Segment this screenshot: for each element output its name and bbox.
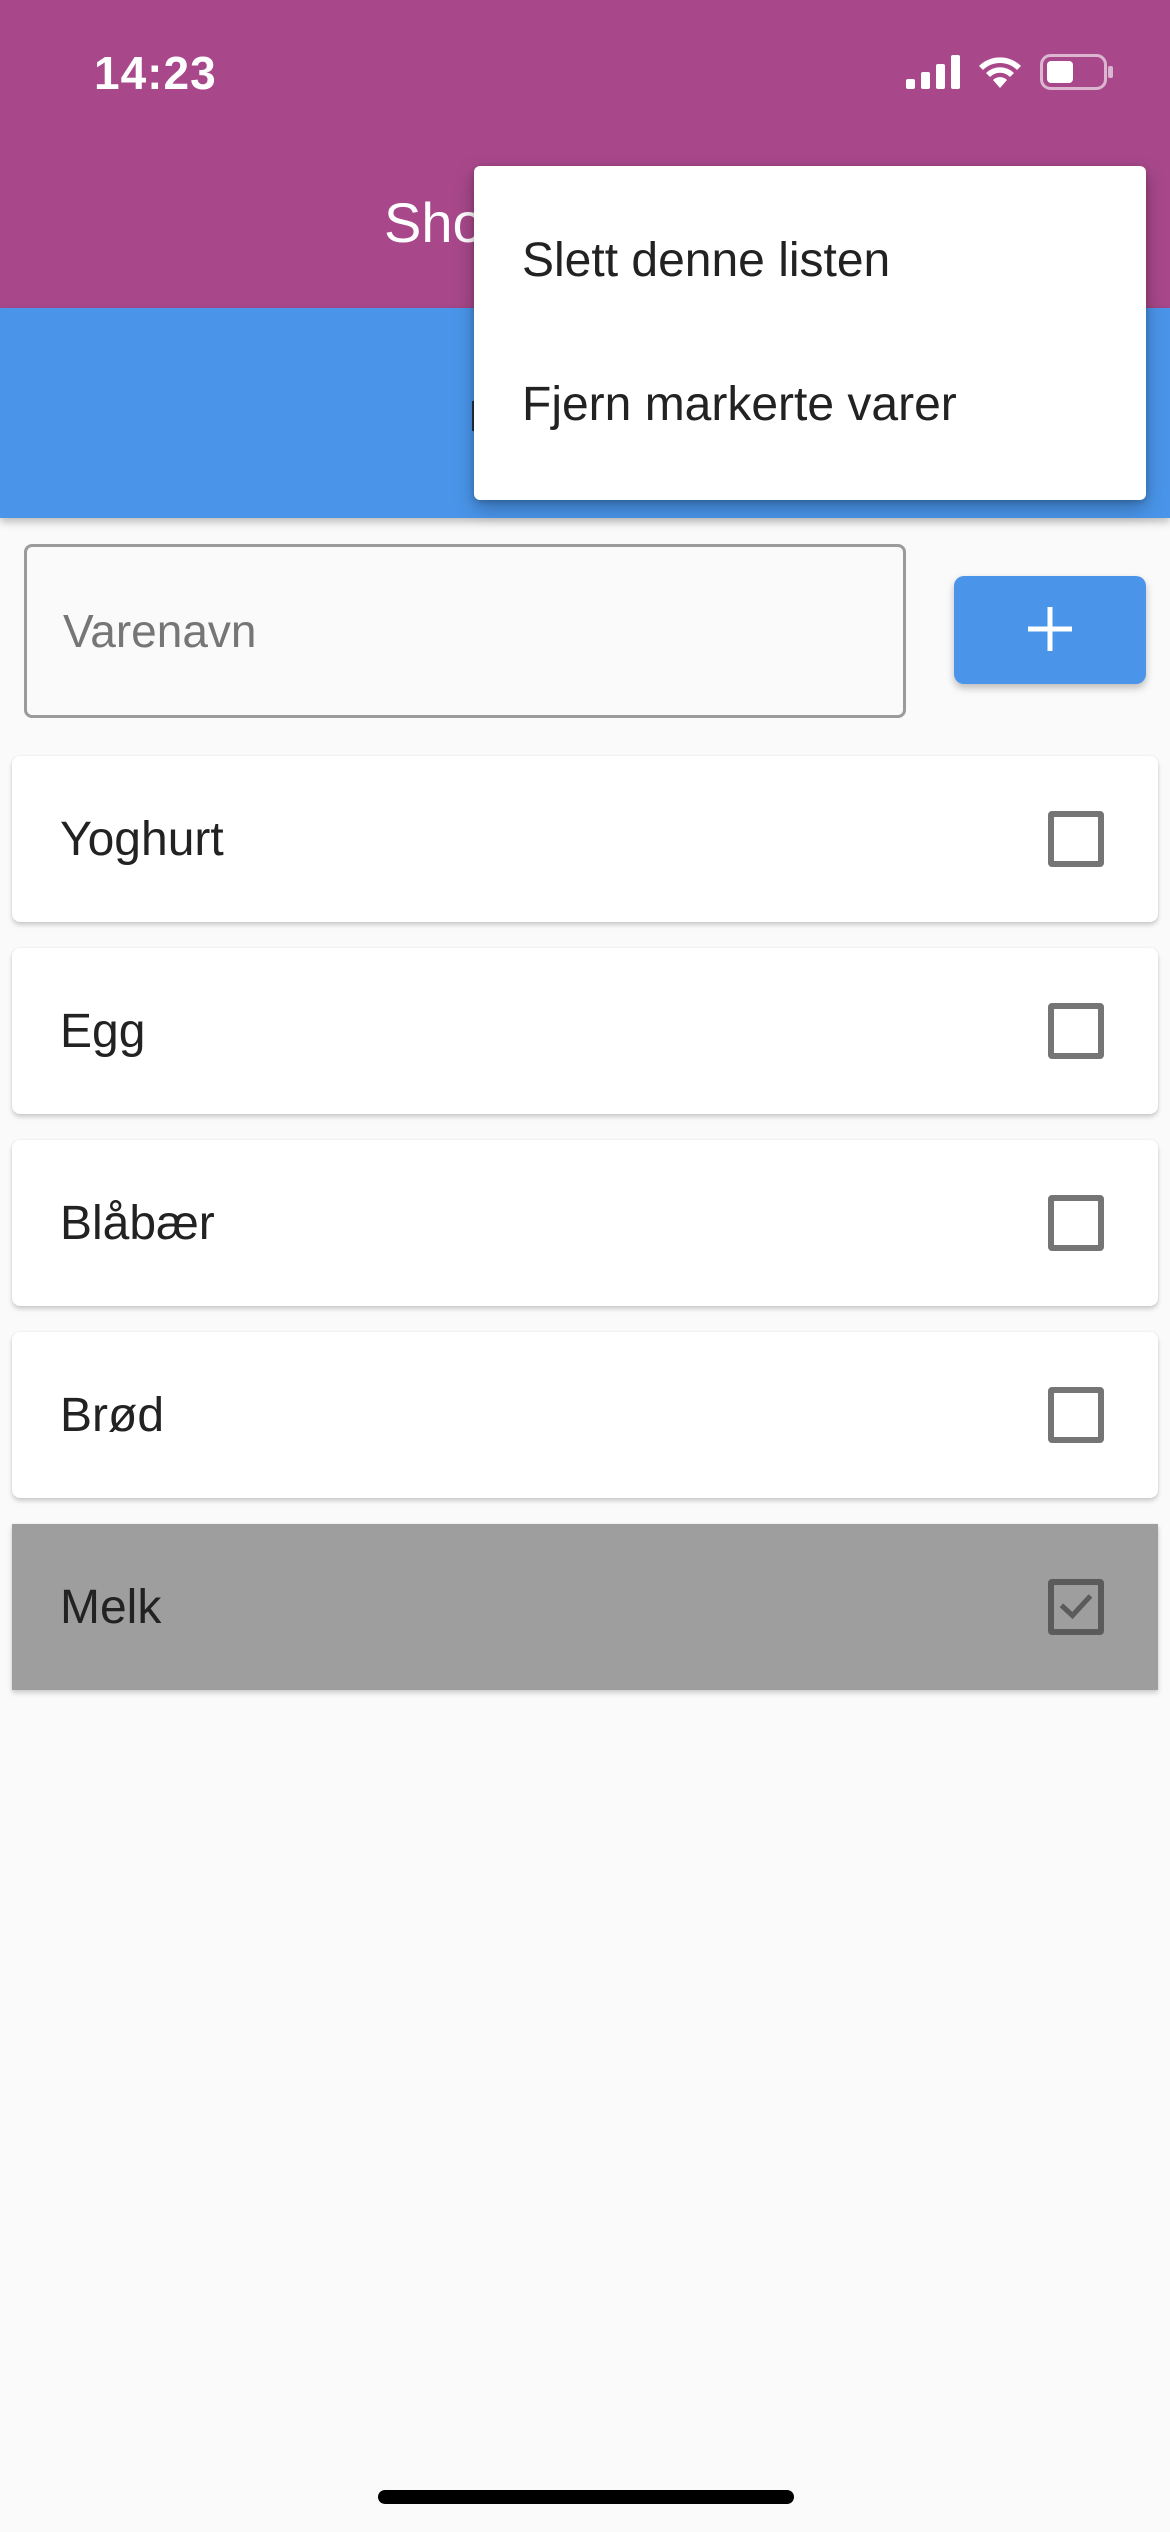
status-time: 14:23	[94, 47, 217, 99]
home-indicator	[378, 2490, 794, 2504]
shopping-list: Yoghurt Egg Blåbær Brød Melk	[12, 756, 1158, 1716]
item-checkbox[interactable]	[1048, 811, 1104, 867]
item-label: Yoghurt	[60, 812, 224, 866]
menu-item-label: Fjern markerte varer	[522, 377, 957, 431]
checkmark-icon	[1059, 1594, 1093, 1620]
list-item[interactable]: Yoghurt	[12, 756, 1158, 922]
item-checkbox[interactable]	[1048, 1579, 1104, 1635]
item-label: Blåbær	[60, 1196, 215, 1250]
item-checkbox[interactable]	[1048, 1003, 1104, 1059]
item-checkbox[interactable]	[1048, 1195, 1104, 1251]
status-icons	[906, 54, 1114, 90]
menu-item-remove-checked[interactable]: Fjern markerte varer	[474, 332, 1146, 476]
overflow-menu: Slett denne listen Fjern markerte varer	[474, 166, 1146, 500]
menu-item-delete-list[interactable]: Slett denne listen	[474, 188, 1146, 332]
signal-icon	[906, 55, 960, 89]
shopping-list-screen: 14:23 Sho Slett denne listen Fjern marke…	[0, 0, 1170, 2532]
plus-icon	[1028, 606, 1072, 654]
item-name-input[interactable]	[24, 544, 906, 718]
list-item[interactable]: Egg	[12, 948, 1158, 1114]
app-title: Sho	[384, 191, 484, 254]
list-item[interactable]: Blåbær	[12, 1140, 1158, 1306]
menu-item-label: Slett denne listen	[522, 233, 891, 287]
battery-icon	[1040, 54, 1114, 90]
item-checkbox[interactable]	[1048, 1387, 1104, 1443]
list-item[interactable]: Melk	[12, 1524, 1158, 1690]
list-item[interactable]: Brød	[12, 1332, 1158, 1498]
item-label: Melk	[60, 1580, 162, 1634]
item-label: Brød	[60, 1388, 165, 1442]
wifi-icon	[976, 54, 1024, 90]
status-bar: 14:23	[0, 0, 1170, 150]
item-label: Egg	[60, 1004, 146, 1058]
add-item-button[interactable]	[954, 576, 1146, 684]
